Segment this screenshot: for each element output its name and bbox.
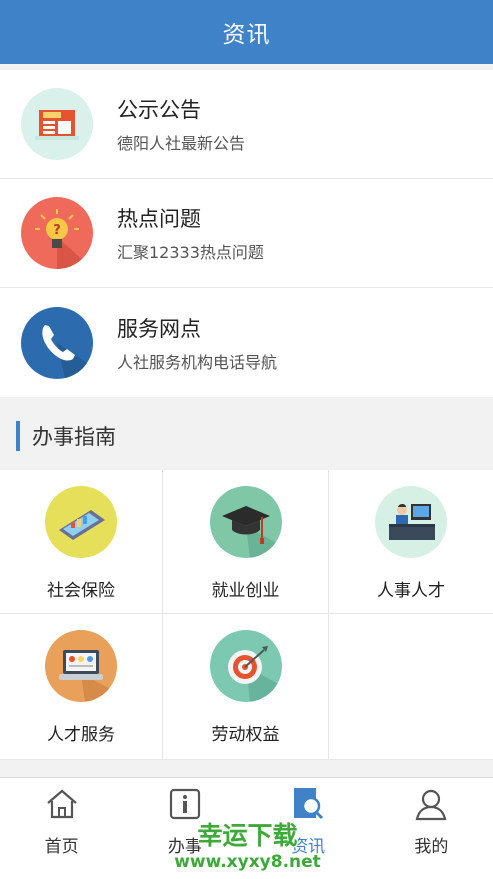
list-item-subtitle: 人社服务机构电话导航	[117, 352, 278, 372]
guide-item-label: 人才服务	[47, 725, 115, 745]
tab-label: 我的	[414, 837, 449, 857]
list-item-service-points[interactable]: 服务网点 人社服务机构电话导航	[0, 288, 493, 397]
svg-text:?: ?	[53, 223, 61, 238]
guide-item-employment[interactable]: 就业创业	[163, 470, 329, 614]
guide-grid: 社会保险 就业创业 人事人才 人才服务 劳动权益	[0, 470, 493, 760]
list-item-subtitle: 德阳人社最新公告	[117, 134, 246, 153]
tab-services[interactable]: 办事	[123, 778, 246, 879]
phone-icon	[21, 306, 93, 379]
guide-item-labor-rights[interactable]: 劳动权益	[163, 614, 329, 760]
guide-item-social-insurance[interactable]: 社会保险	[0, 470, 163, 614]
guide-item-personnel[interactable]: 人事人才	[329, 470, 493, 614]
guide-empty-cell	[329, 614, 493, 760]
list-item-hot-questions[interactable]: ? 热点问题 汇聚12333热点问题	[0, 179, 493, 288]
section-title: 办事指南	[32, 425, 116, 449]
office-worker-icon	[375, 486, 447, 558]
target-icon	[209, 630, 282, 702]
news-list: 公示公告 德阳人社最新公告 ? 热点问题 汇聚12333热点问题 服务网点 人社…	[0, 70, 493, 397]
tab-label: 资讯	[291, 837, 326, 857]
tab-label: 办事	[167, 837, 202, 857]
tab-news[interactable]: 资讯	[247, 778, 370, 879]
search-news-icon	[294, 788, 324, 820]
home-icon	[46, 789, 77, 819]
guide-item-label: 就业创业	[211, 581, 280, 601]
laptop-icon	[45, 630, 117, 702]
lightbulb-icon: ?	[21, 197, 93, 269]
page-title: 资讯	[222, 22, 271, 48]
info-icon	[169, 788, 200, 820]
list-item-subtitle: 汇聚12333热点问题	[117, 243, 264, 262]
list-item-title: 公示公告	[117, 98, 201, 122]
user-icon	[416, 789, 447, 821]
tab-label: 首页	[44, 837, 79, 857]
laptop-chart-icon	[45, 486, 117, 558]
guide-item-talent-services[interactable]: 人才服务	[0, 614, 163, 760]
graduation-cap-icon	[209, 486, 282, 558]
list-item-title: 服务网点	[117, 316, 201, 341]
section-accent-bar	[16, 421, 20, 451]
guide-item-label: 人事人才	[377, 581, 445, 601]
app-header: 资讯	[0, 0, 493, 64]
list-item-announcements[interactable]: 公示公告 德阳人社最新公告	[0, 70, 493, 179]
guide-item-label: 劳动权益	[211, 725, 280, 745]
guide-item-label: 社会保险	[47, 581, 115, 601]
tab-profile[interactable]: 我的	[370, 778, 493, 879]
list-item-title: 热点问题	[117, 207, 201, 231]
newspaper-icon	[21, 88, 93, 160]
guide-section-header: 办事指南	[0, 400, 493, 472]
bottom-tab-bar: 首页 办事 资讯 我的	[0, 777, 493, 879]
tab-home[interactable]: 首页	[0, 778, 123, 879]
